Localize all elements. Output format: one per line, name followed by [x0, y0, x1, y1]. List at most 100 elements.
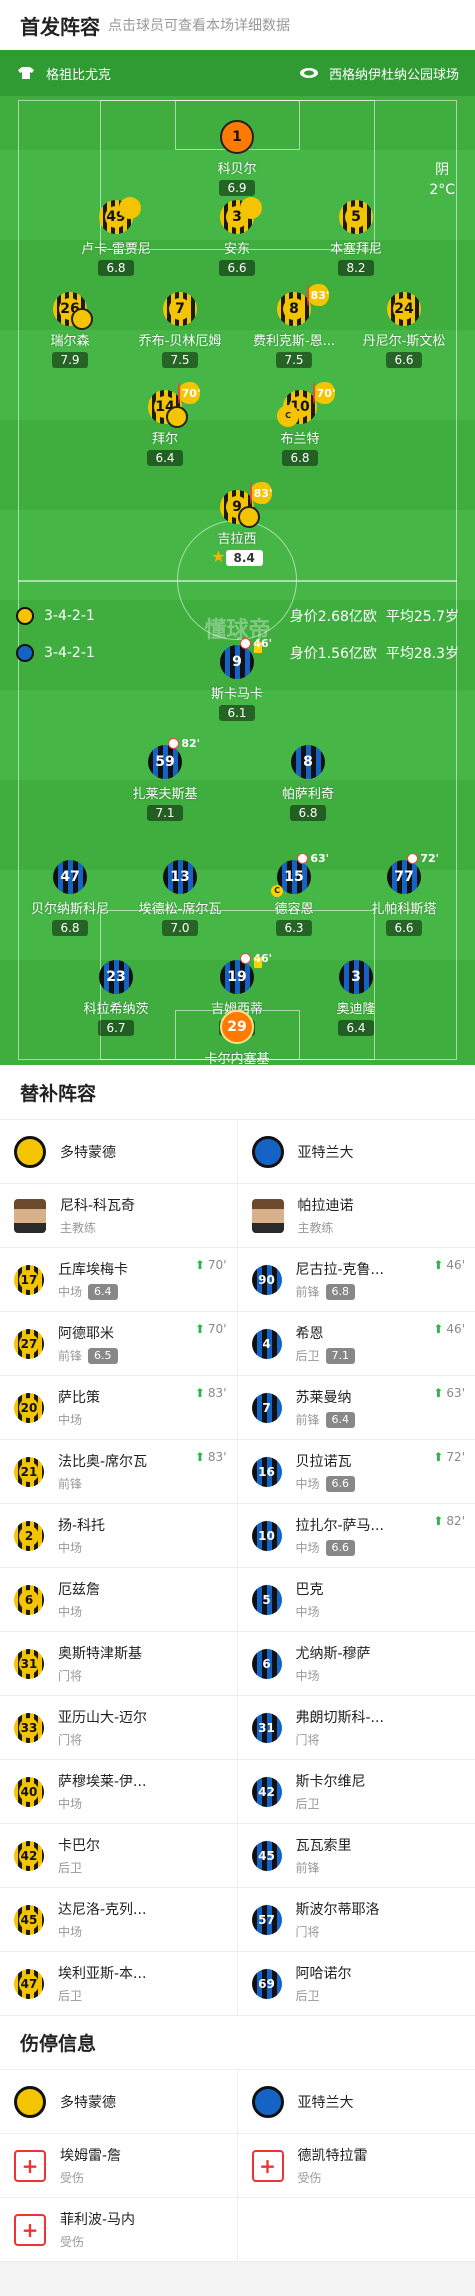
sub-player-row[interactable]: 10 拉扎尔-萨马... 中场 6.6 ⬆ 82'	[238, 1504, 475, 1567]
player-name: 帕萨利奇	[281, 787, 334, 802]
away-player[interactable]: 3 奥迪隆 6.4	[301, 960, 411, 1036]
sub-player-row[interactable]: 6 厄兹詹 中场	[0, 1568, 238, 1631]
sub-player-row[interactable]: 33 亚历山大-迈尔 门将	[0, 1696, 238, 1759]
sub-off-badge: 70'	[177, 382, 201, 404]
sub-player-row[interactable]: 16 贝拉诺瓦 中场 6.6 ⬆ 72'	[238, 1440, 475, 1503]
player-name: 本塞拜尼	[329, 242, 382, 257]
sub-player-row[interactable]: 21 法比奥-席尔瓦 前锋 ⬆ 83'	[0, 1440, 238, 1503]
weather: 阴 2°C	[429, 160, 455, 200]
player-rating: 7.9	[52, 352, 88, 368]
sub-player-position: 门将	[295, 1925, 320, 1939]
jersey-number: 10	[258, 1528, 275, 1543]
sub-player-row[interactable]: 45 瓦瓦索里 前锋	[238, 1824, 475, 1887]
home-club-row[interactable]: 多特蒙德	[0, 1120, 238, 1183]
home-player[interactable]: 9 83' 吉拉西 ★ 8.4	[182, 482, 292, 566]
jersey-icon: 13	[163, 860, 197, 894]
injury-title: 伤停信息	[0, 2015, 475, 2069]
sub-off-time: 72'	[420, 852, 439, 865]
away-player[interactable]: 9 46' 斯卡马卡 6.1	[182, 637, 292, 721]
home-player[interactable]: 1 科贝尔 6.9	[182, 120, 292, 196]
sub-player-row[interactable]: 40 萨穆埃莱-伊... 中场	[0, 1760, 238, 1823]
home-formation: 3-4-2-1	[44, 608, 95, 624]
home-player[interactable]: 26 瑞尔森 7.9	[15, 292, 125, 368]
jersey-number: 1	[232, 129, 242, 145]
home-player[interactable]: 49 卢卡-雷贾尼 6.8	[61, 197, 171, 276]
jersey-icon: 40	[14, 1776, 44, 1807]
weather-text: 阴	[435, 162, 450, 178]
jersey-number: 45	[19, 1909, 39, 1930]
jersey-icon: 6	[14, 1584, 44, 1615]
jersey-number: 33	[19, 1717, 39, 1738]
jersey-number: 45	[258, 1848, 275, 1863]
away-player[interactable]: 59 82' 扎莱夫斯基 7.1	[110, 737, 220, 821]
home-player[interactable]: 5 本塞拜尼 8.2	[301, 200, 411, 276]
sub-player-row[interactable]: 7 苏莱曼纳 前锋 6.4 ⬆ 63'	[238, 1376, 475, 1439]
sub-player-row[interactable]: 5 巴克 中场	[238, 1568, 475, 1631]
sub-player-row[interactable]: 90 尼古拉-克鲁... 前锋 6.8 ⬆ 46'	[238, 1248, 475, 1311]
jersey-number: 16	[258, 1464, 275, 1479]
sub-player-row[interactable]: 31 弗朗切斯科-... 门将	[238, 1696, 475, 1759]
subs-title: 替补阵容	[20, 1082, 97, 1105]
player-rating: 6.4	[147, 450, 183, 466]
sub-player-row[interactable]: 47 埃利亚斯-本... 后卫	[0, 1952, 238, 2015]
sub-player-name: 法比奥-席尔瓦	[58, 1454, 148, 1470]
away-player[interactable]: 23 科拉希纳茨 6.7	[61, 960, 171, 1036]
sub-player-row[interactable]: 17 丘库埃梅卡 中场 6.4 ⬆ 70'	[0, 1248, 238, 1311]
away-player[interactable]: 15 63' C 德容恩 6.3	[239, 852, 349, 936]
sub-player-row[interactable]: 31 奥斯特津斯基 门将	[0, 1632, 238, 1695]
sub-player-name: 斯卡尔维尼	[295, 1774, 366, 1790]
sub-player-row[interactable]: 69 阿哈诺尔 后卫	[238, 1952, 475, 2015]
sub-on-badge: ⬆ 46'	[433, 1322, 465, 1336]
away-formation: 3-4-2-1	[44, 645, 95, 661]
sub-player-row[interactable]: 57 斯波尔蒂耶洛 门将	[238, 1888, 475, 1951]
player-name: 科拉希纳茨	[83, 1002, 149, 1017]
home-player[interactable]: 24 丹尼尔-斯文松 6.6	[349, 292, 459, 368]
stadium-icon	[299, 68, 318, 78]
away-coach[interactable]: 帕拉迪诺 主教练	[238, 1184, 475, 1247]
sub-player-row[interactable]: 6 尤纳斯-穆萨 中场	[238, 1632, 475, 1695]
sub-player-name: 萨穆埃莱-伊...	[58, 1774, 147, 1790]
away-player[interactable]: 13 埃德松-席尔瓦 7.0	[125, 860, 235, 936]
away-player[interactable]: 29卡尔内塞基6.6	[182, 1010, 292, 1065]
injury-status: 受伤	[297, 2171, 322, 2185]
away-player[interactable]: 77 72' 扎帕科斯塔 6.6	[349, 852, 459, 936]
sub-player-row[interactable]: 20 萨比策 中场 ⬆ 83'	[0, 1376, 238, 1439]
sub-player-name: 尤纳斯-穆萨	[295, 1646, 371, 1662]
away-player[interactable]: 8 帕萨利奇 6.8	[253, 745, 363, 821]
sub-player-name: 贝拉诺瓦	[295, 1454, 352, 1470]
injury-row[interactable]: + 德凯特拉雷 受伤	[238, 2134, 475, 2197]
jersey-icon: 9 83'	[220, 482, 273, 528]
sub-player-row[interactable]: 27 阿德耶米 前锋 6.5 ⬆ 70'	[0, 1312, 238, 1375]
sub-player-row[interactable]: 4 希恩 后卫 7.1 ⬆ 46'	[238, 1312, 475, 1375]
injury-row[interactable]: + 菲利波-马内 受伤	[0, 2198, 238, 2261]
jersey-number: 21	[19, 1461, 39, 1482]
home-player[interactable]: 14 70' 拜尔 6.4	[110, 382, 220, 466]
sub-off-badge: 63'	[297, 852, 329, 865]
home-player[interactable]: 10 70' C 布兰特 6.8	[245, 382, 355, 466]
sub-off-icon	[297, 853, 309, 864]
sub-player-row[interactable]: 45 达尼洛-克列... 中场	[0, 1888, 238, 1951]
footer	[0, 2261, 475, 2296]
sub-player-name: 希恩	[295, 1326, 324, 1342]
home-club-row[interactable]: 多特蒙德	[0, 2070, 238, 2133]
jersey-number: 6	[262, 1656, 271, 1671]
sub-player-row[interactable]: 42 卡巴尔 后卫	[0, 1824, 238, 1887]
sub-player-name: 瓦瓦索里	[295, 1838, 352, 1854]
away-player[interactable]: 47 贝尔纳斯科尼 6.8	[15, 860, 125, 936]
sub-player-row[interactable]: 42 斯卡尔维尼 后卫	[238, 1760, 475, 1823]
sub-on-time: 83'	[207, 1386, 227, 1400]
injury-row[interactable]: + 埃姆雷-詹 受伤	[0, 2134, 238, 2197]
player-rating: 8.2	[338, 260, 374, 276]
home-coach[interactable]: 尼科-科瓦奇 主教练	[0, 1184, 238, 1247]
injured-player-name: 德凯特拉雷	[297, 2148, 368, 2164]
home-player[interactable]: 8 83' 费利克斯-恩... 7.5	[239, 284, 349, 368]
jersey-number: 6	[19, 1589, 39, 1610]
player-rating: 7.5	[276, 352, 312, 368]
jersey-icon: 47	[14, 1968, 44, 1999]
sub-player-row[interactable]: 2 扬-科托 中场	[0, 1504, 238, 1567]
away-club-row[interactable]: 亚特兰大	[238, 1120, 475, 1183]
home-player[interactable]: 7 乔布-贝林厄姆 7.5	[125, 292, 235, 368]
away-club-row[interactable]: 亚特兰大	[238, 2070, 475, 2133]
home-player[interactable]: 3 安东 6.6	[182, 197, 292, 276]
jersey-number: 3	[351, 969, 361, 985]
